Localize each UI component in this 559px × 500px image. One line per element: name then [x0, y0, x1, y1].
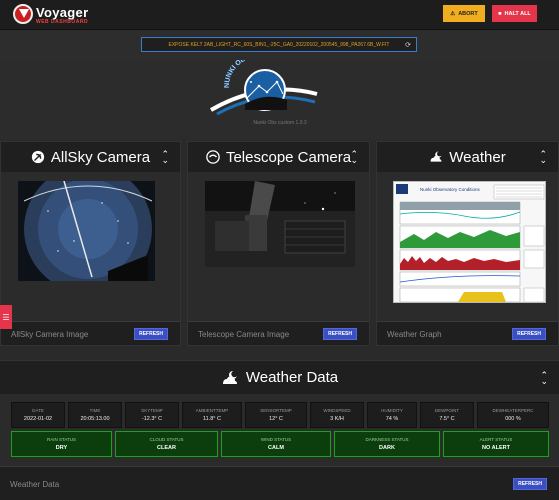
current-action-status: EXPOSE KELT 2AB_LIGHT_RC_60S_BIN1_-25C_G… — [141, 37, 417, 52]
voyager-logo-icon — [13, 4, 33, 24]
camera-lens-icon — [206, 150, 220, 164]
allsky-card-body — [1, 172, 180, 321]
weather-card-header: Weather — [377, 142, 558, 172]
status-text: EXPOSE KELT 2AB_LIGHT_RC_60S_BIN1_-25C_G… — [168, 41, 390, 48]
halt-label: HALT ALL — [504, 10, 531, 17]
metric-dewpoint: DEWPOINT 7.5° C — [420, 402, 474, 428]
metric-windspeed: WINDSPEED 3 K/H — [310, 402, 364, 428]
status-alert: ALERT STATUS NO ALERT — [443, 431, 549, 457]
allsky-refresh-button[interactable]: REFRESH — [134, 328, 168, 340]
weather-graph-title: Nunki Observatory Conditions — [420, 187, 481, 192]
status-darkness: DARKNESS STATUS DARK — [334, 431, 440, 457]
allsky-footer-label: AllSky Camera Image — [11, 330, 89, 339]
allsky-camera-image[interactable] — [18, 181, 155, 281]
side-menu-toggle[interactable]: ☰ — [0, 305, 12, 329]
weather-data-header: Weather Data — [0, 361, 559, 394]
metric-dewheaterperc: DEWHEATERPERC 000 % — [477, 402, 549, 428]
weather-card-body: Nunki Observatory Conditions — [377, 172, 558, 321]
telescope-refresh-button[interactable]: REFRESH — [323, 328, 357, 340]
abort-button[interactable]: ⚠ ABORT — [443, 5, 485, 22]
metric-ambienttemp: AMBIENTTEMP 11.8° C — [182, 402, 242, 428]
collapse-toggle-icon[interactable]: ⌃ ⌄ — [350, 150, 358, 165]
weather-data-card: Weather Data ⌃ ⌄ DATE 2022-01-02 TIME 20:05… — [0, 360, 559, 500]
menu-icon: ☰ — [2, 312, 10, 322]
allsky-camera-card: AllSky Camera ⌃ ⌄ AllSky Camera Image REF… — [0, 141, 181, 346]
telescope-footer-label: Telescope Camera Image — [198, 330, 290, 339]
weather-graph-image[interactable]: Nunki Observatory Conditions — [393, 181, 546, 303]
weather-footer-label: Weather Graph — [387, 330, 442, 339]
warning-icon: ⚠ — [450, 10, 456, 17]
telescope-card-body — [188, 172, 369, 321]
telescope-camera-card: Telescope Camera ⌃ ⌄ Telescope Camera Ima… — [187, 141, 370, 346]
cloud-moon-icon — [430, 151, 443, 162]
abort-label: ABORT — [458, 10, 478, 17]
stop-icon: ■ — [498, 10, 502, 17]
allsky-card-title: AllSky Camera — [50, 148, 151, 166]
telescope-card-header: Telescope Camera — [188, 142, 369, 172]
weather-data-title: Weather Data — [245, 369, 339, 386]
metric-time: TIME 20:05:13.00 — [68, 402, 122, 428]
allsky-card-footer: AllSky Camera Image REFRESH — [1, 321, 180, 345]
weather-data-refresh-button[interactable]: REFRESH — [513, 478, 547, 490]
spinner-icon: ⟳ — [405, 42, 411, 49]
collapse-toggle-icon[interactable]: ⌃ ⌄ — [161, 150, 169, 165]
weather-card: Weather ⌃⌄ Nunki Observatory Conditions — [376, 141, 559, 346]
observatory-logo: NUNKI OBSERVATORY — [210, 60, 318, 116]
version-text: Nunki Obs custom 1.0.3 — [253, 120, 307, 126]
metric-humidity: HUMIDITY 74 % — [367, 402, 417, 428]
collapse-toggle-icon[interactable]: ⌃ ⌄ — [539, 150, 547, 165]
status-strip: EXPOSE KELT 2AB_LIGHT_RC_60S_BIN1_-25C_G… — [0, 30, 559, 60]
top-bar: Voyager WEB DASHBOARD ⚠ ABORT ■ HALT ALL — [0, 0, 559, 30]
status-rain: RAIN STATUS DRY — [11, 431, 112, 457]
brand-subtitle: WEB DASHBOARD — [36, 19, 89, 25]
observatory-banner: NUNKI OBSERVATORY Nunki Obs custom 1.0.3 — [0, 60, 559, 140]
weather-data-footer: Weather Data REFRESH — [0, 466, 559, 500]
allsky-card-header: AllSky Camera — [1, 142, 180, 172]
status-wind: WIND STATUS CALM — [221, 431, 331, 457]
telescope-card-title: Telescope Camera — [225, 148, 352, 166]
status-cloud: CLOUD STATUS CLEAR — [115, 431, 218, 457]
weather-card-footer: Weather Graph REFRESH — [377, 321, 558, 345]
weather-card-title: Weather — [449, 148, 506, 166]
metric-date: DATE 2022-01-02 — [11, 402, 65, 428]
satellite-dish-icon — [31, 150, 45, 164]
cloud-moon-icon — [222, 370, 238, 384]
weather-data-body: DATE 2022-01-02 TIME 20:05:13.00 SKYTEMP -1… — [0, 394, 559, 466]
collapse-toggle-icon[interactable]: ⌃ ⌄ — [540, 371, 548, 386]
metric-skytemp: SKYTEMP -12.3° C — [125, 402, 179, 428]
weather-refresh-button[interactable]: REFRESH — [512, 328, 546, 340]
metric-sensortemp: SENSORTEMP 12° C — [245, 402, 307, 428]
weather-data-footer-label: Weather Data — [10, 480, 60, 489]
telescope-camera-image[interactable] — [205, 181, 355, 267]
telescope-card-footer: Telescope Camera Image REFRESH — [188, 321, 369, 345]
halt-all-button[interactable]: ■ HALT ALL — [492, 5, 537, 22]
brand-title: Voyager — [36, 5, 89, 20]
